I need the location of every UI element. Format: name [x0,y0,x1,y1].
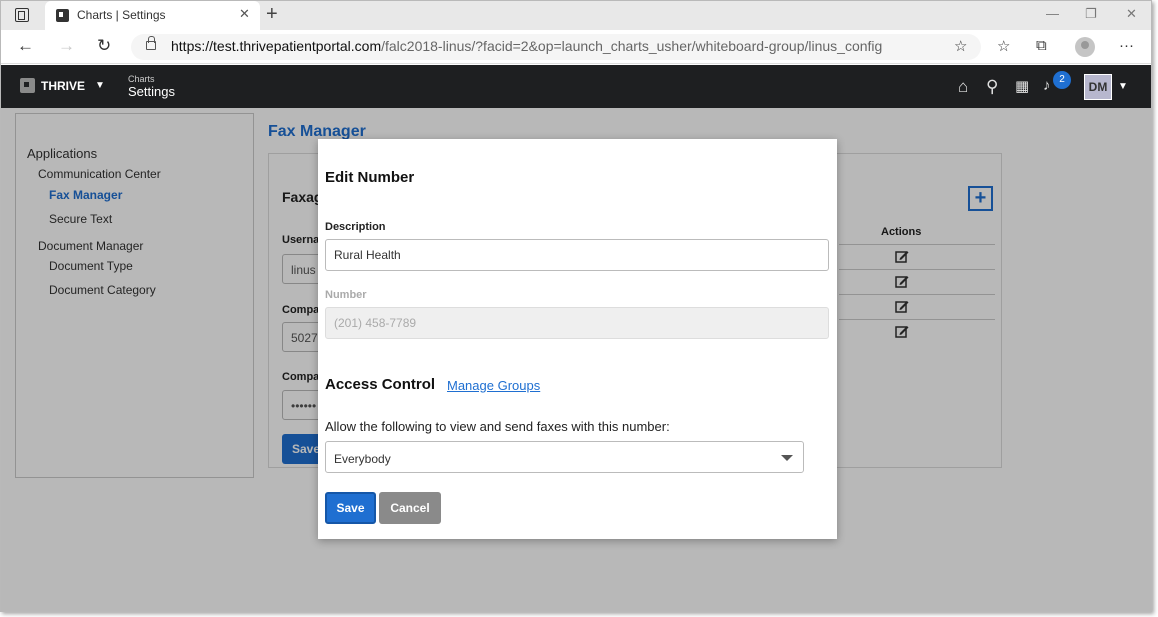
url-text[interactable]: https://test.thrivepatientportal.com/fal… [171,38,882,54]
forward-icon[interactable]: → [58,36,75,56]
browser-toolbar: ← → ↻ https://test.thrivepatientportal.c… [1,30,1151,64]
back-icon[interactable]: ← [17,36,34,56]
thrive-logo-icon [20,78,35,93]
add-favorite-icon[interactable]: ☆ [954,37,967,55]
close-tab-icon[interactable]: ✕ [239,6,250,22]
user-avatar[interactable]: DM [1084,74,1112,100]
search-icon[interactable]: ⚲ [986,77,998,97]
new-tab-icon[interactable]: + [266,3,278,26]
user-menu-caret-icon[interactable]: ▼ [1118,81,1128,92]
access-instructions: Allow the following to view and send fax… [325,419,670,434]
access-control-title: Access Control [325,376,436,393]
save-button[interactable]: Save [325,492,376,524]
home-icon[interactable]: ⌂ [958,77,968,97]
manage-groups-link[interactable]: Manage Groups [447,378,540,393]
minimize-icon[interactable]: — [1046,6,1059,21]
restore-icon[interactable]: ❐ [1085,6,1097,22]
close-window-icon[interactable]: ✕ [1126,6,1137,22]
access-select[interactable]: Everybody [325,441,804,473]
app-header: THRIVE ▼ Charts Settings ⌂ ⚲ ▦ ♪ [1,65,1151,108]
app-context: Charts Settings [128,74,175,99]
apps-grid-icon[interactable]: ▦ [1015,77,1029,95]
number-label: Number [325,289,367,301]
chevron-down-icon [781,455,793,461]
window-menu-icon[interactable] [15,8,29,22]
caret-down-icon: ▼ [95,80,105,91]
context-app-name: Charts [128,74,155,84]
dialog-title: Edit Number [325,169,415,186]
favorites-icon[interactable]: ☆ [997,37,1010,55]
profile-icon[interactable] [1075,37,1095,57]
notification-badge[interactable]: 2 [1053,71,1071,89]
brand-menu[interactable]: THRIVE ▼ [20,78,105,93]
tab-title: Charts | Settings [77,8,166,22]
number-input [325,307,829,339]
access-select-value: Everybody [334,452,391,466]
lock-icon[interactable] [146,36,156,50]
edit-number-dialog: Edit Number Description Number Access Co… [318,139,837,539]
browser-window: Charts | Settings ✕ + — ❐ ✕ ← → ↻ https:… [0,0,1152,612]
brand-label: THRIVE [41,78,86,93]
more-menu-icon[interactable]: ··· [1119,37,1134,54]
collections-icon[interactable]: ⧉ [1036,37,1047,54]
bell-icon[interactable]: ♪ [1043,77,1051,94]
tab-strip: Charts | Settings ✕ + — ❐ ✕ [1,1,1151,30]
description-label: Description [325,221,386,233]
cancel-button[interactable]: Cancel [379,492,441,524]
address-bar[interactable]: https://test.thrivepatientportal.com/fal… [131,34,981,60]
favicon-icon [56,9,69,22]
browser-tab[interactable]: Charts | Settings ✕ [45,1,260,30]
description-input[interactable] [325,239,829,271]
context-page-name: Settings [128,84,175,99]
refresh-icon[interactable]: ↻ [97,36,111,56]
